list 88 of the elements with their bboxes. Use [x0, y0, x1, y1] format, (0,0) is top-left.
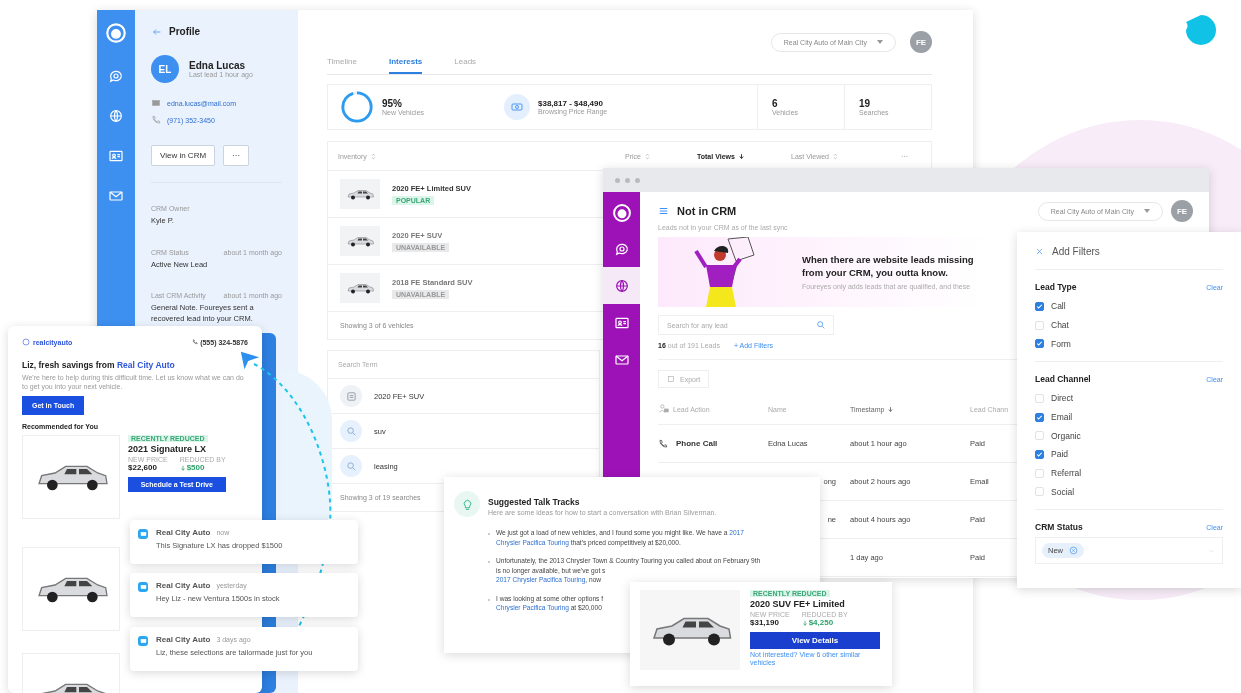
- search-icon: [345, 425, 357, 437]
- chat-icon: [108, 68, 124, 84]
- email-icon: [151, 99, 161, 107]
- user-avatar[interactable]: FE: [1171, 200, 1193, 222]
- filter-group-title: CRM Status: [1035, 522, 1083, 533]
- down-arrow-icon: [179, 463, 186, 472]
- tab[interactable]: Interests: [388, 53, 423, 74]
- panel-title: Add Filters: [1052, 246, 1100, 257]
- search-icon: [816, 320, 826, 330]
- filter-group-title: Lead Channel: [1035, 374, 1091, 385]
- phone-icon: [151, 115, 161, 125]
- checkbox[interactable]: [1035, 339, 1044, 349]
- vehicle-name: 2020 SUV FE+ Limited: [750, 599, 846, 609]
- message-icon: [139, 584, 147, 590]
- car-photo: [340, 179, 380, 209]
- checkbox-label: Social: [1051, 486, 1075, 497]
- export-icon: [667, 375, 675, 383]
- phone-icon: [658, 438, 668, 449]
- sort-icon: [832, 151, 839, 161]
- lead-action: Phone Call: [676, 439, 718, 448]
- close-icon: [1035, 247, 1044, 256]
- page-title: Profile: [169, 26, 201, 37]
- notification-sender: Real City Auto: [156, 528, 211, 537]
- globe-icon: [108, 108, 124, 124]
- checkbox[interactable]: [1035, 412, 1044, 422]
- stat-value: 19: [859, 98, 872, 109]
- banner-heading: When there are website leads missing from your CRM, you outta know.: [802, 254, 975, 280]
- sort-icon: [369, 151, 377, 161]
- search-icon: [345, 460, 357, 472]
- tab[interactable]: Timeline: [327, 53, 357, 74]
- message-icon: [139, 531, 147, 537]
- reduction-amount: $4,250: [808, 618, 834, 627]
- sort-descending-icon: [737, 151, 745, 161]
- filter-group-title: Lead Type: [1035, 282, 1077, 292]
- brand-logo-icon: [1184, 14, 1218, 46]
- menu-icon: [658, 206, 669, 216]
- checkbox-label: Email: [1051, 412, 1073, 423]
- stat-value: $38,817 - $48,490: [538, 99, 604, 108]
- stat-value: 95%: [382, 98, 403, 109]
- checkbox-label: Direct: [1051, 393, 1074, 404]
- checkbox[interactable]: [1035, 301, 1044, 311]
- checkbox-label: Call: [1051, 301, 1066, 312]
- vehicle-name: 2021 Signature LX: [128, 444, 208, 455]
- view-in-crm-button[interactable]: View in CRM: [151, 145, 216, 166]
- more-button[interactable]: ···: [223, 145, 250, 166]
- car-photo: [340, 273, 380, 303]
- checkbox-label: Referral: [1051, 468, 1082, 479]
- price: $22,600: [128, 463, 158, 473]
- contact-card-icon: [108, 148, 124, 164]
- reduction-amount: $500: [186, 463, 205, 473]
- eye-logo-icon: [611, 203, 632, 223]
- caret-icon: [1144, 209, 1150, 213]
- checkbox-label: Chat: [1051, 320, 1069, 331]
- user-avatar[interactable]: FE: [910, 31, 932, 53]
- checkbox-label: Organic: [1051, 430, 1081, 441]
- remove-icon: [1069, 546, 1078, 556]
- money-icon: [510, 101, 524, 113]
- mail-icon: [108, 188, 124, 204]
- page-title: Not in CRM: [677, 205, 738, 217]
- notification-sender: Real City Auto: [156, 635, 211, 644]
- back-arrow-icon: [151, 26, 163, 37]
- checkbox[interactable]: [1035, 449, 1044, 459]
- checkbox-label: Paid: [1051, 449, 1068, 460]
- progress-ring: [340, 90, 374, 124]
- logo-mark-icon: [22, 338, 30, 346]
- message-icon: [139, 638, 147, 644]
- email-headline: Liz, fresh savings from Real City Auto: [22, 360, 176, 370]
- caret-icon: [877, 40, 883, 44]
- sort-descending-icon: [887, 404, 895, 414]
- close-button[interactable]: [1035, 247, 1044, 256]
- person-chat-icon: [658, 404, 670, 414]
- phone-icon: [192, 339, 199, 345]
- contact-name: Edna Lucas: [189, 60, 247, 71]
- avatar: EL: [151, 55, 179, 83]
- tab[interactable]: Leads: [454, 53, 477, 74]
- filter-list-icon: [345, 390, 357, 402]
- checkbox-label: Form: [1051, 338, 1071, 349]
- card-title: Suggested Talk Tracks: [488, 497, 581, 507]
- notification-sender: Real City Auto: [156, 581, 211, 590]
- down-arrow-icon: [801, 618, 808, 627]
- car-photo: [340, 226, 380, 256]
- sort-icon: [643, 151, 651, 161]
- price: $31,190: [750, 618, 780, 627]
- stat-value: 6: [772, 98, 779, 109]
- view-details-button[interactable]: View Details: [750, 632, 880, 649]
- globe-icon: [613, 277, 630, 294]
- eye-logo-icon: [105, 22, 127, 44]
- nav-item[interactable]: [603, 267, 640, 304]
